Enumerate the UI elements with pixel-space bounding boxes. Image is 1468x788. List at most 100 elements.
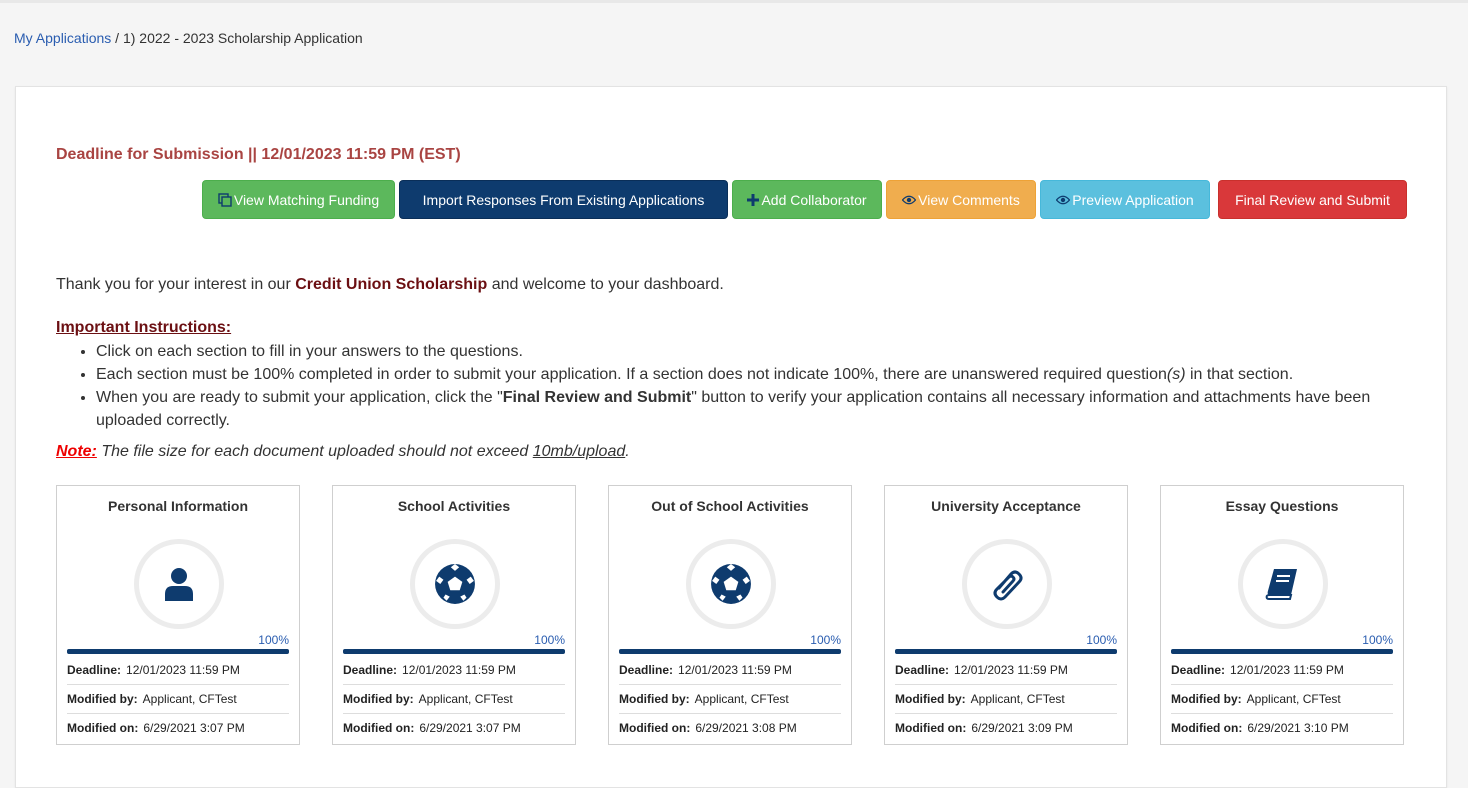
instruction-text: Each section must be 100% completed in o… [96,366,1167,383]
section-deadline-row: Deadline: 12/01/2023 11:59 PM [67,656,289,684]
eye-icon [1056,195,1071,204]
modified-by-label: Modified by: [895,692,966,706]
paperclip-icon [993,570,1023,601]
instruction-item: Each section must be 100% completed in o… [96,363,1426,386]
modified-on-value: 6/29/2021 3:10 PM [1247,721,1349,735]
deadline-value: 12/01/2023 11:59 PM [402,663,516,677]
modified-on-value: 6/29/2021 3:08 PM [695,721,797,735]
section-deadline-row: Deadline: 12/01/2023 11:59 PM [895,656,1117,684]
section-modified-by-row: Modified by: Applicant, CFTest [1171,684,1393,713]
note-size-limit: 10mb/upload [532,443,626,460]
section-deadline-row: Deadline: 12/01/2023 11:59 PM [343,656,565,684]
modified-by-value: Applicant, CFTest [418,692,513,706]
add-collaborator-button[interactable]: Add Collaborator [732,180,882,219]
instructions-list: Click on each section to fill in your an… [56,340,1426,432]
section-modified-by-row: Modified by: Applicant, CFTest [619,684,841,713]
modified-by-label: Modified by: [343,692,414,706]
note-text: The file size for each document uploaded… [96,443,533,460]
deadline-label: Deadline: [343,663,398,677]
deadline-label: Deadline: [1171,663,1226,677]
user-icon [165,568,193,601]
section-modified-by-row: Modified by: Applicant, CFTest [343,684,565,713]
section-title: Personal Information [107,498,249,514]
modified-on-label: Modified on: [1171,721,1243,735]
section-percent: 100% [1086,633,1117,647]
section-icon-circle [410,539,500,629]
view-matching-funding-label: View Matching Funding [233,191,380,208]
modified-on-label: Modified on: [895,721,967,735]
breadcrumb-my-applications-link[interactable]: My Applications [14,30,111,46]
section-icon-circle [1238,539,1328,629]
modified-by-value: Applicant, CFTest [1246,692,1341,706]
copy-icon [218,192,232,207]
modified-by-value: Applicant, CFTest [142,692,237,706]
section-modified-on-row: Modified on: 6/29/2021 3:10 PM [1171,713,1393,742]
progress-fill [895,649,1117,654]
instruction-text: in that section. [1185,366,1294,383]
instruction-text: When you are ready to submit your applic… [96,389,503,406]
section-percent: 100% [810,633,841,647]
plus-icon [747,193,760,206]
deadline-value: 12/01/2023 11:59 PM [1230,663,1344,677]
modified-on-label: Modified on: [67,721,139,735]
section-progress-bar [895,649,1117,654]
progress-fill [343,649,565,654]
section-modified-by-row: Modified by: Applicant, CFTest [67,684,289,713]
section-progress-bar [1171,649,1393,654]
preview-application-button[interactable]: Preview Application [1040,180,1210,219]
section-card-out-of-school-activities[interactable]: Out of School Activities 100% Deadline: 1… [608,485,852,745]
section-modified-on-row: Modified on: 6/29/2021 3:07 PM [67,713,289,742]
note-label: Note: [56,443,97,460]
modified-on-value: 6/29/2021 3:07 PM [143,721,245,735]
application-dashboard-panel: Deadline for Submission || 12/01/2023 11… [15,86,1447,788]
progress-fill [67,649,289,654]
book-icon [1265,569,1297,600]
welcome-text-before: Thank you for your interest in our [56,276,296,293]
import-responses-label: Import Responses From Existing Applicati… [422,191,705,208]
section-icon-circle [686,539,776,629]
instructions-title: Important Instructions: [56,319,232,336]
section-progress-bar [343,649,565,654]
section-title: Essay Questions [1225,498,1339,514]
section-title: University Acceptance [931,498,1081,514]
view-matching-funding-button[interactable]: View Matching Funding [202,180,395,219]
view-comments-button[interactable]: View Comments [886,180,1036,219]
section-icon-circle [962,539,1052,629]
modified-by-label: Modified by: [619,692,690,706]
breadcrumb-separator: / [111,30,123,46]
modified-by-value: Applicant, CFTest [694,692,789,706]
section-card-personal-information[interactable]: Personal Information 100% Deadline: 12/01… [56,485,300,745]
progress-fill [1171,649,1393,654]
modified-on-value: 6/29/2021 3:09 PM [971,721,1073,735]
instruction-item: Click on each section to fill in your an… [96,340,1426,363]
section-progress-bar [619,649,841,654]
modified-by-value: Applicant, CFTest [970,692,1065,706]
section-percent: 100% [258,633,289,647]
modified-by-label: Modified by: [1171,692,1242,706]
section-title: Out of School Activities [651,498,809,514]
modified-on-label: Modified on: [619,721,691,735]
soccer-ball-icon [711,564,751,604]
welcome-text-after: and welcome to your dashboard. [487,276,724,293]
section-modified-by-row: Modified by: Applicant, CFTest [895,684,1117,713]
modified-on-value: 6/29/2021 3:07 PM [419,721,521,735]
import-responses-button[interactable]: Import Responses From Existing Applicati… [399,180,728,219]
add-collaborator-label: Add Collaborator [761,191,867,208]
section-card-school-activities[interactable]: School Activities 100% Deadline: 12/01/20… [332,485,576,745]
section-modified-on-row: Modified on: 6/29/2021 3:09 PM [895,713,1117,742]
section-percent: 100% [534,633,565,647]
deadline-value: 12/01/2023 11:59 PM [954,663,1068,677]
submission-deadline: Deadline for Submission || 12/01/2023 11… [56,146,461,163]
scholarship-name: Credit Union Scholarship [295,276,488,293]
final-review-submit-button[interactable]: Final Review and Submit [1218,180,1407,219]
preview-application-label: Preview Application [1072,191,1194,208]
section-card-essay-questions[interactable]: Essay Questions 100% Deadline: 12/01/2023… [1160,485,1404,745]
instruction-item: When you are ready to submit your applic… [96,386,1426,432]
final-review-submit-label: Final Review and Submit [1235,191,1390,208]
section-deadline-row: Deadline: 12/01/2023 11:59 PM [619,656,841,684]
section-percent: 100% [1362,633,1393,647]
breadcrumb: My Applications / 1) 2022 - 2023 Scholar… [14,30,363,46]
file-size-note: Note: The file size for each document up… [56,443,630,461]
section-card-university-acceptance[interactable]: University Acceptance 100% Deadline: 12/0… [884,485,1128,745]
deadline-label: Deadline: [67,663,122,677]
